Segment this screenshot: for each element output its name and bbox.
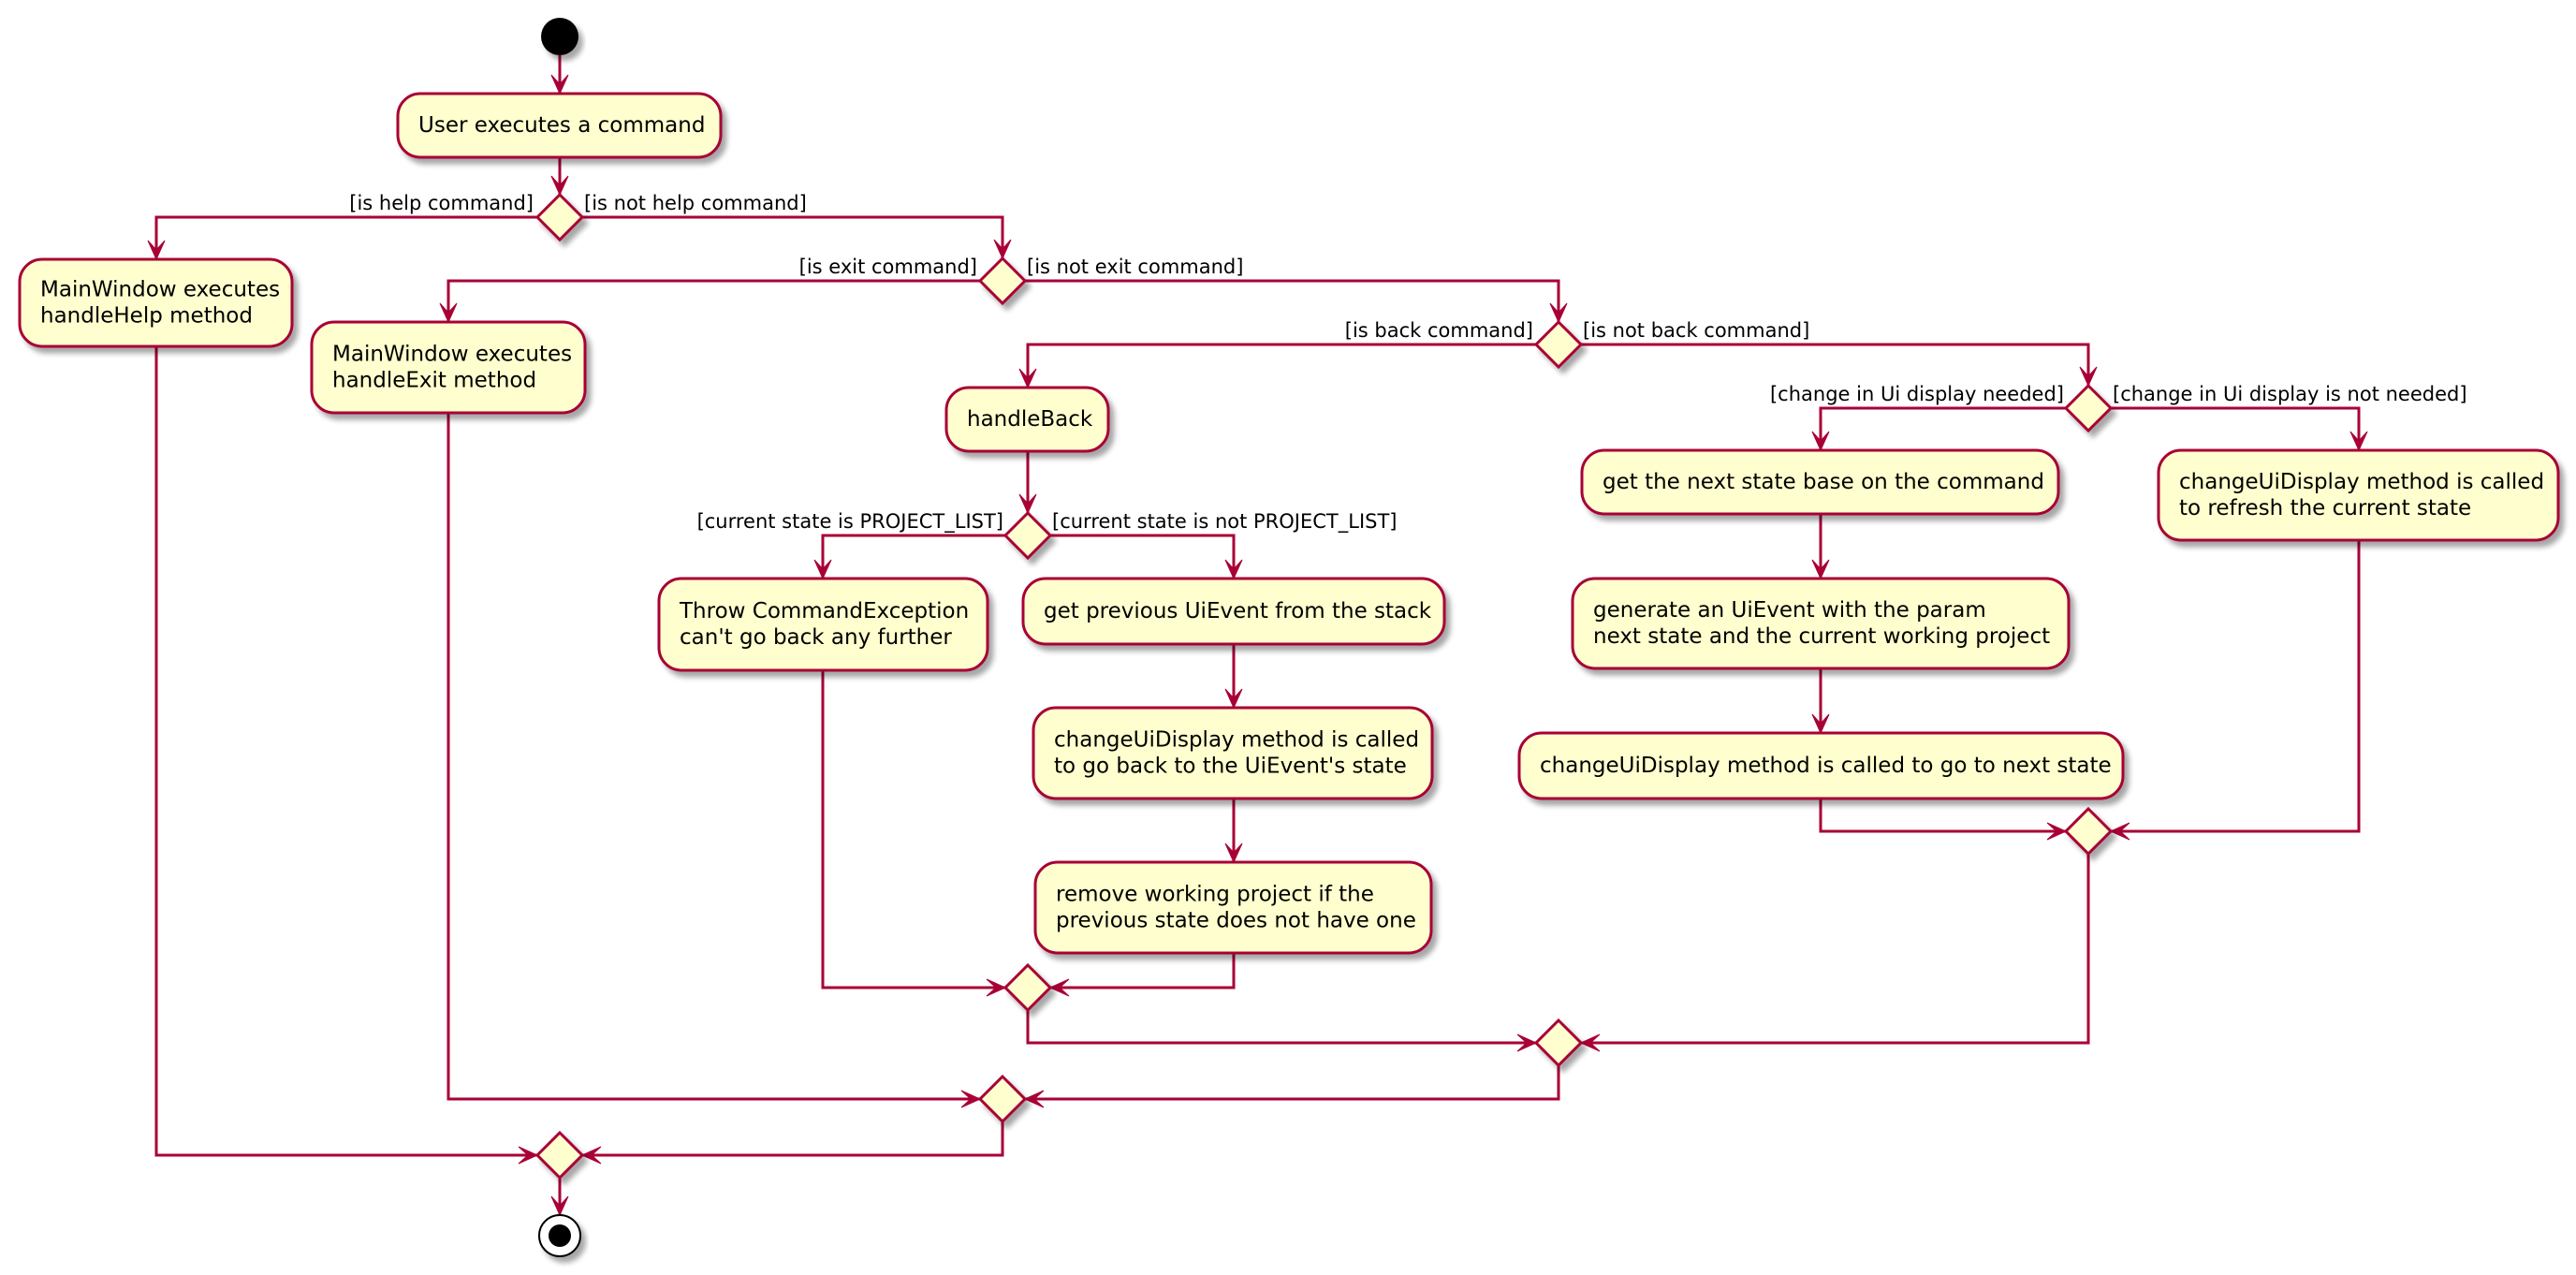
activity-box bbox=[1033, 860, 1433, 955]
activity-label: handleHelp method bbox=[40, 304, 253, 329]
activity-label: get the next state base on the command bbox=[1603, 470, 2044, 494]
activity-remove-project: remove working project if theprevious st… bbox=[1033, 860, 1433, 955]
activity-label: handleBack bbox=[967, 407, 1093, 432]
end-node bbox=[538, 1214, 581, 1257]
activity-label: to refresh the current state bbox=[2179, 496, 2471, 520]
edge-notexit-to-nothelp-merge bbox=[1025, 1065, 1560, 1101]
guard-label-is-project-list: [current state is PROJECT_LIST] bbox=[697, 510, 1003, 534]
activity-label: changeUiDisplay method is called bbox=[1054, 728, 1419, 753]
activity-handle-exit: MainWindow executeshandleExit method bbox=[310, 320, 587, 415]
activity-change-refresh: changeUiDisplay method is calledto refre… bbox=[2157, 448, 2560, 542]
decision-back bbox=[1533, 319, 1584, 370]
edge-back-no bbox=[1581, 343, 2090, 386]
activity-handle-help: MainWindow executeshandleHelp method bbox=[18, 257, 294, 348]
edge-remove-to-merge bbox=[1050, 953, 1236, 989]
activity-get-next-state: get the next state base on the command bbox=[1580, 448, 2060, 516]
activity-box bbox=[657, 577, 989, 672]
guard-label-is-exit: [is exit command] bbox=[799, 256, 977, 278]
merge-back-branches bbox=[1003, 962, 1053, 1013]
activity-label: MainWindow executes bbox=[332, 343, 572, 367]
merge-final bbox=[534, 1130, 585, 1180]
guard-label-is-not-project-list: [current state is not PROJECT_LIST] bbox=[1052, 510, 1398, 534]
edge-exit-no bbox=[1025, 279, 1560, 322]
activity-label: to go back to the UiEvent's state bbox=[1054, 755, 1407, 779]
activity-label: User executes a command bbox=[418, 113, 705, 138]
edge-throw-to-merge bbox=[821, 670, 1005, 989]
edge-back-yes bbox=[1026, 343, 1536, 388]
activity-label: MainWindow executes bbox=[40, 278, 280, 302]
activity-box bbox=[1032, 706, 1434, 800]
edge-help-yes bbox=[154, 215, 537, 259]
activity-diagram: User executes a command MainWindow execut… bbox=[18, 18, 2560, 1257]
activity-change-next: changeUiDisplay method is called to go t… bbox=[1517, 731, 2125, 800]
activity-label: previous state does not have one bbox=[1056, 909, 1416, 933]
edge-nothelp-to-final-merge bbox=[582, 1121, 1004, 1157]
edge-exit-yes bbox=[446, 279, 980, 322]
merge-not-help bbox=[977, 1074, 1028, 1124]
activity-box bbox=[2157, 448, 2560, 542]
activity-label: generate an UiEvent with the param bbox=[1593, 598, 1986, 623]
edge-projectlist-no bbox=[1050, 534, 1236, 579]
edge-refresh-to-merge bbox=[2111, 540, 2361, 833]
guard-label-is-not-exit: [is not exit command] bbox=[1027, 256, 1243, 278]
decision-help bbox=[534, 192, 585, 242]
start-node bbox=[541, 18, 578, 55]
activity-box bbox=[1571, 577, 2071, 670]
decision-exit bbox=[977, 256, 1028, 306]
edge-helpbox-to-final-merge bbox=[154, 346, 537, 1157]
merge-not-exit bbox=[1533, 1018, 1584, 1068]
activity-throw-exception: Throw CommandExceptioncan't go back any … bbox=[657, 577, 989, 672]
guard-label-is-back: [is back command] bbox=[1345, 319, 1533, 342]
decision-ui-change bbox=[2063, 383, 2114, 433]
activity-handle-back: handleBack bbox=[944, 386, 1110, 453]
guard-label-is-help: [is help command] bbox=[349, 192, 534, 214]
guard-label-is-not-help: [is not help command] bbox=[584, 192, 807, 214]
activity-get-previous: get previous UiEvent from the stack bbox=[1021, 577, 1446, 646]
guard-label-ui-change-not-needed: [change in Ui display is not needed] bbox=[2113, 383, 2467, 405]
edge-projectlist-yes bbox=[821, 534, 1005, 579]
guard-label-ui-change-needed: [change in Ui display needed] bbox=[1770, 383, 2064, 405]
activity-label: get previous UiEvent from the stack bbox=[1044, 599, 1432, 623]
decision-project-list bbox=[1003, 510, 1053, 561]
end-node-dot bbox=[549, 1224, 571, 1247]
activity-label: handleExit method bbox=[332, 369, 536, 393]
guard-labels-layer: [is help command] [is not help command] [i… bbox=[349, 192, 2466, 534]
activity-box bbox=[18, 257, 294, 348]
edge-ui-yes bbox=[1819, 406, 2066, 450]
activity-generate-event: generate an UiEvent with the paramnext s… bbox=[1571, 577, 2071, 670]
activity-label: Throw CommandException bbox=[679, 599, 969, 623]
activity-label: next state and the current working proje… bbox=[1593, 624, 2050, 649]
edge-changenext-to-merge bbox=[1819, 799, 2066, 833]
guard-label-is-not-back: [is not back command] bbox=[1583, 319, 1809, 342]
edge-help-no bbox=[582, 215, 1004, 258]
activity-box bbox=[310, 320, 587, 415]
edge-backmerge-to-notexit-merge bbox=[1026, 1010, 1536, 1045]
edge-ui-no bbox=[2111, 406, 2361, 450]
activity-label: can't go back any further bbox=[680, 625, 952, 650]
activity-label: changeUiDisplay method is called bbox=[2179, 470, 2544, 494]
edge-uimerge-to-notexit-merge bbox=[1581, 854, 2090, 1045]
activity-label: remove working project if the bbox=[1056, 883, 1374, 907]
activity-change-back: changeUiDisplay method is calledto go ba… bbox=[1032, 706, 1434, 800]
merge-ui-branches bbox=[2063, 806, 2114, 857]
activity-label: changeUiDisplay method is called to go t… bbox=[1540, 754, 2112, 778]
activity-user-executes: User executes a command bbox=[396, 92, 723, 159]
